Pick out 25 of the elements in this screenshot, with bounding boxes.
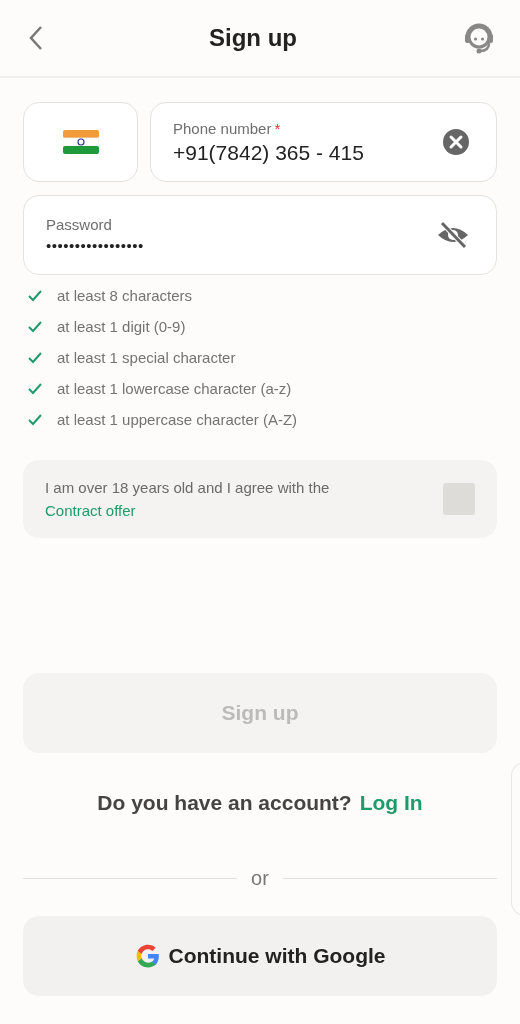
password-value: •••••••••••••••••	[46, 237, 145, 254]
india-flag-icon	[62, 130, 99, 154]
field-label: Password	[46, 216, 113, 233]
field-label: Phone number	[173, 119, 272, 137]
phone-field[interactable]: Phone number * +91(7842) 365 - 415	[150, 102, 497, 182]
google-logo-icon	[134, 943, 161, 969]
requirement-text: at least 1 digit (0-9)	[57, 318, 186, 335]
phone-value: +91(7842) 365 - 415	[173, 140, 365, 165]
agreement-text: I am over 18 years old and I agree with the Contract offer	[45, 478, 331, 521]
password-field[interactable]: Password •••••••••••••••••	[23, 195, 497, 275]
requirement-text: at least 8 characters	[57, 287, 193, 304]
page-title: Sign up	[209, 24, 297, 52]
divider-text: or	[251, 867, 269, 890]
checkbox[interactable]	[443, 483, 475, 515]
back-icon[interactable]	[28, 25, 44, 51]
eye-slash-icon[interactable]	[436, 221, 470, 249]
country-selector[interactable]	[23, 102, 138, 182]
account-question: Do you have an account?	[97, 791, 352, 815]
requirement-text: at least 1 special character	[57, 349, 236, 366]
headset-icon[interactable]	[462, 21, 496, 55]
required-asterisk: *	[274, 119, 281, 137]
clear-icon[interactable]	[442, 128, 470, 156]
google-button[interactable]: Continue with Google	[23, 916, 497, 996]
requirement-text: at least 1 uppercase character (A-Z)	[57, 411, 298, 428]
requirement-text: at least 1 lowercase character (a-z)	[57, 380, 292, 397]
